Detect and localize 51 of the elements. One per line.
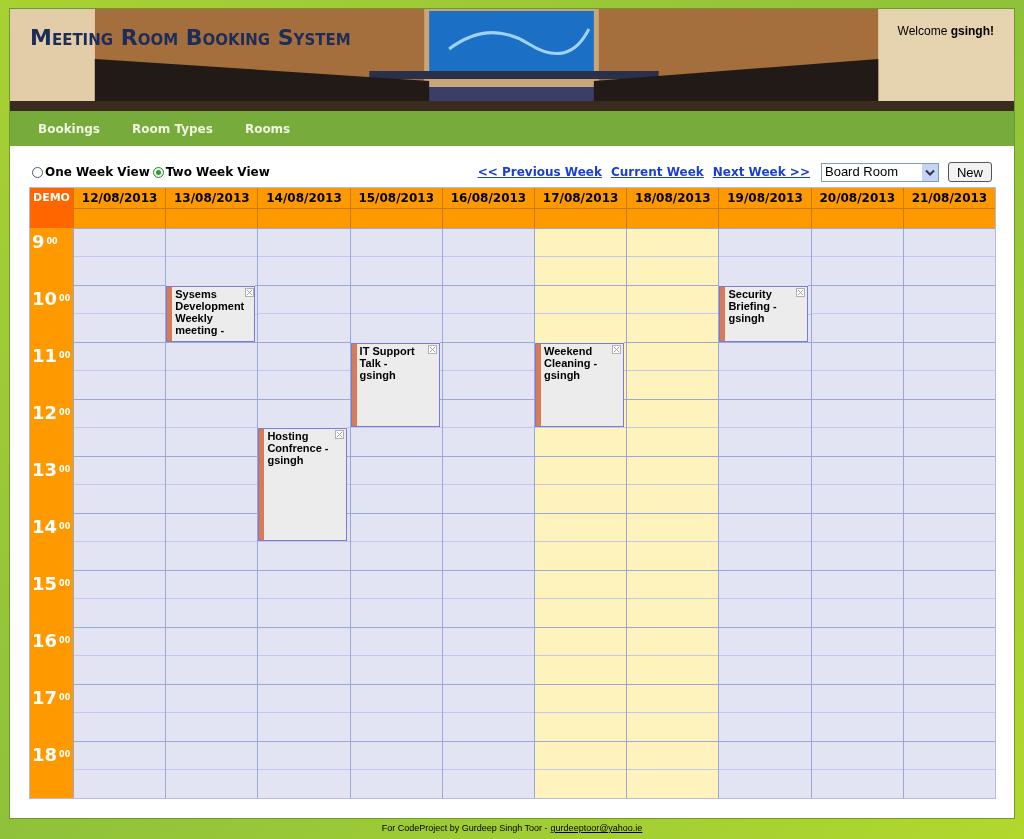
hour-label: 9$^{00}$: [32, 231, 58, 252]
event-title: Hosting Confrence - gsingh: [266, 429, 330, 466]
new-button[interactable]: New: [948, 162, 992, 182]
event-title: Weekend Cleaning - gsingh: [543, 344, 599, 381]
booking-event[interactable]: IT Support Talk - gsingh: [350, 343, 440, 427]
hour-label: 10$^{00}$: [32, 288, 71, 309]
hour-label: 18$^{00}$: [32, 744, 71, 765]
room-select[interactable]: Board Room: [821, 162, 939, 182]
booking-event[interactable]: Security Briefing - gsingh: [719, 286, 809, 342]
date-header: 15/08/2013: [349, 188, 442, 208]
corner-label: DEMO: [30, 188, 73, 208]
date-header: 13/08/2013: [165, 188, 258, 208]
week-link[interactable]: Current Week: [610, 163, 704, 181]
corner-cell: [30, 208, 73, 228]
close-icon[interactable]: [796, 288, 806, 297]
footer-text: For CodeProject by Gurdeep Singh Toor -: [381, 822, 548, 836]
event-title: Security Briefing - gsingh: [727, 287, 778, 324]
hour-label: 12$^{00}$: [32, 402, 71, 423]
date-header: 16/08/2013: [441, 188, 534, 208]
close-icon[interactable]: [245, 288, 255, 297]
hour-label: 11$^{00}$: [32, 345, 71, 366]
radio-label: One Week View: [45, 164, 150, 181]
welcome-text: Welcome gsingh!: [897, 23, 994, 40]
close-icon[interactable]: [335, 430, 345, 439]
date-header: 12/08/2013: [73, 188, 166, 208]
date-header: 14/08/2013: [257, 188, 350, 208]
booking-event[interactable]: Hosting Confrence - gsingh: [258, 428, 348, 541]
app-title: Meeting Room Booking System: [30, 24, 351, 52]
radio-button[interactable]: [152, 166, 164, 178]
event-title: Sysems Development Weekly meeting -: [174, 287, 246, 336]
week-link[interactable]: << Previous Week: [477, 163, 602, 181]
radio-label: Two Week View: [165, 164, 270, 181]
booking-event[interactable]: Weekend Cleaning - gsingh: [535, 343, 624, 427]
date-header: 20/08/2013: [810, 188, 903, 208]
hour-label: 14$^{00}$: [32, 516, 71, 537]
hour-label: 15$^{00}$: [32, 573, 71, 594]
hour-label: 16$^{00}$: [32, 630, 71, 651]
close-icon[interactable]: [427, 345, 437, 354]
date-header: 17/08/2013: [534, 188, 627, 208]
event-title: IT Support Talk - gsingh: [358, 344, 416, 381]
radio-button[interactable]: [32, 166, 43, 178]
email-link[interactable]: gurdeeptoor@yahoo.ie: [550, 822, 643, 836]
booking-event[interactable]: Sysems Development Weekly meeting -: [166, 286, 256, 342]
date-header: 21/08/2013: [902, 188, 996, 208]
hour-label: 17$^{00}$: [32, 687, 71, 708]
close-icon[interactable]: [612, 345, 621, 354]
date-header: 18/08/2013: [626, 188, 719, 208]
hour-label: 13$^{00}$: [32, 459, 71, 480]
date-header: 19/08/2013: [718, 188, 811, 208]
dropdown-icon: [922, 163, 938, 181]
week-link[interactable]: Next Week >>: [712, 163, 810, 181]
